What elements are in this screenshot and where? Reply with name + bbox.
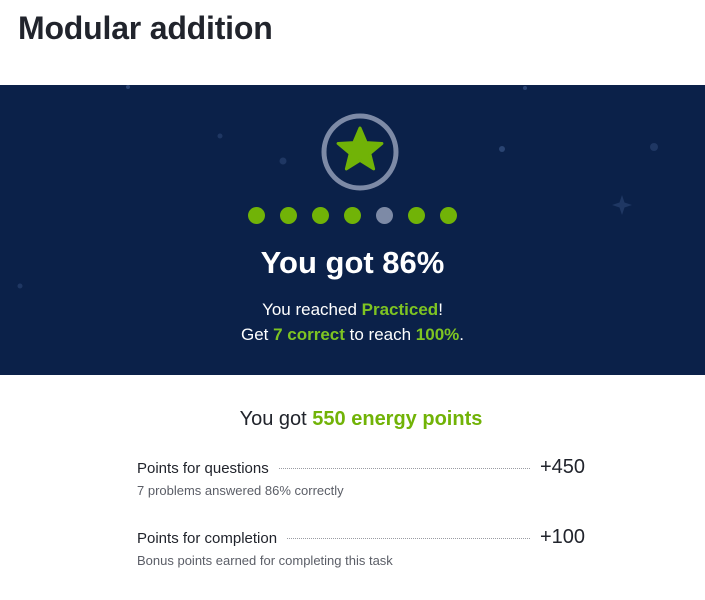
- points-detail: 7 problems answered 86% correctly: [137, 483, 344, 498]
- next-prefix: Get: [240, 325, 274, 344]
- points-detail: Bonus points earned for completing this …: [137, 553, 393, 568]
- next-suffix: .: [459, 325, 465, 344]
- results-banner: You got 86% You reached Practiced! Get 7…: [0, 85, 705, 375]
- points-label: Points for questions: [137, 460, 269, 477]
- star-icon: [321, 113, 399, 191]
- mastery-prefix: You reached: [262, 300, 362, 319]
- next-goal-message: Get 7 correct to reach 100%.: [0, 325, 705, 345]
- progress-dot-incorrect: [376, 207, 393, 224]
- points-value: +450: [539, 456, 585, 478]
- score-heading: You got 86%: [260, 245, 445, 280]
- page-title: Modular addition: [18, 10, 273, 46]
- progress-dot-correct: [248, 207, 265, 224]
- points-row-questions: Points for questions +450: [137, 456, 585, 480]
- mastery-level: Practiced: [361, 300, 439, 319]
- energy-prefix: You got: [239, 408, 313, 430]
- energy-summary: You got 550 energy points: [0, 408, 705, 431]
- dotted-leader: [278, 468, 530, 469]
- next-middle: to reach: [344, 325, 416, 344]
- progress-dot-correct: [408, 207, 425, 224]
- dotted-leader: [287, 538, 530, 539]
- mastery-suffix: !: [438, 300, 443, 319]
- next-target: 100%: [415, 325, 460, 344]
- progress-dots: [0, 207, 705, 224]
- progress-dot-correct: [344, 207, 361, 224]
- points-value: +100: [539, 526, 585, 548]
- points-label: Points for completion: [137, 530, 278, 547]
- next-count: 7 correct: [273, 325, 345, 344]
- points-row-completion: Points for completion +100: [137, 526, 585, 550]
- progress-dot-correct: [440, 207, 457, 224]
- progress-dot-correct: [280, 207, 297, 224]
- energy-points: 550 energy points: [312, 408, 483, 430]
- progress-dot-correct: [312, 207, 329, 224]
- mastery-message: You reached Practiced!: [0, 300, 705, 320]
